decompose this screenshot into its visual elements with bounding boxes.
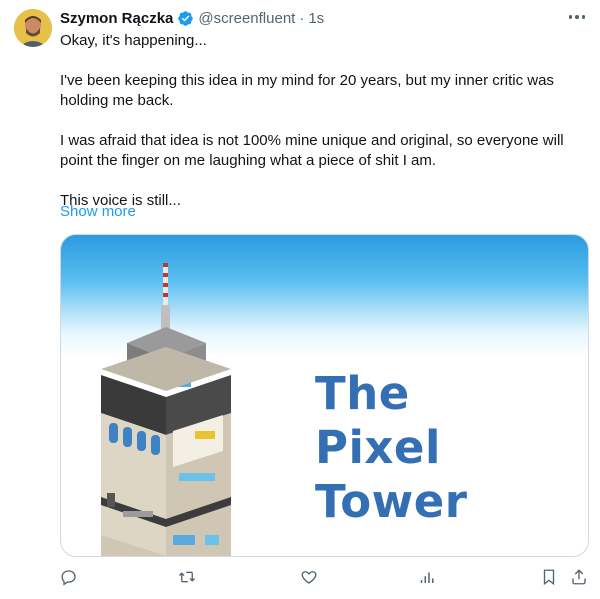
- title-line: Tower: [315, 475, 468, 528]
- bookmark-icon[interactable]: [540, 568, 560, 588]
- retweet-icon[interactable]: [178, 568, 198, 588]
- tweet-paragraph: I was afraid that idea is not 100% mine …: [60, 132, 564, 169]
- title-line: The: [315, 367, 410, 420]
- like-icon[interactable]: [300, 568, 320, 588]
- tweet-header: Szymon Rączka @screenfluent · 1s: [60, 8, 324, 28]
- tweet-text: Okay, it's happening... I've been keepin…: [60, 31, 590, 211]
- title-line: Pixel: [315, 421, 441, 474]
- timestamp[interactable]: 1s: [308, 10, 324, 27]
- share-icon[interactable]: [570, 568, 590, 588]
- avatar[interactable]: [14, 9, 52, 47]
- author-handle[interactable]: @screenfluent: [198, 10, 295, 27]
- tweet-paragraph: This voice is still...: [60, 192, 181, 209]
- author-name[interactable]: Szymon Rączka: [60, 10, 173, 27]
- action-bar: [60, 568, 590, 590]
- verified-badge-icon: [177, 10, 194, 27]
- tweet[interactable]: Szymon Rączka @screenfluent · 1s Okay, i…: [0, 0, 600, 599]
- media-card[interactable]: The Pixel Tower: [60, 234, 589, 557]
- views-icon[interactable]: [420, 568, 440, 588]
- reply-icon[interactable]: [60, 568, 80, 588]
- avatar-image: [14, 9, 52, 47]
- tweet-paragraph: I've been keeping this idea in my mind f…: [60, 72, 554, 109]
- separator-dot: ·: [299, 9, 305, 27]
- tweet-paragraph: Okay, it's happening...: [60, 32, 207, 49]
- media-title: The Pixel Tower: [315, 367, 467, 529]
- more-options-icon[interactable]: [566, 8, 588, 26]
- show-more-link[interactable]: Show more: [60, 202, 136, 222]
